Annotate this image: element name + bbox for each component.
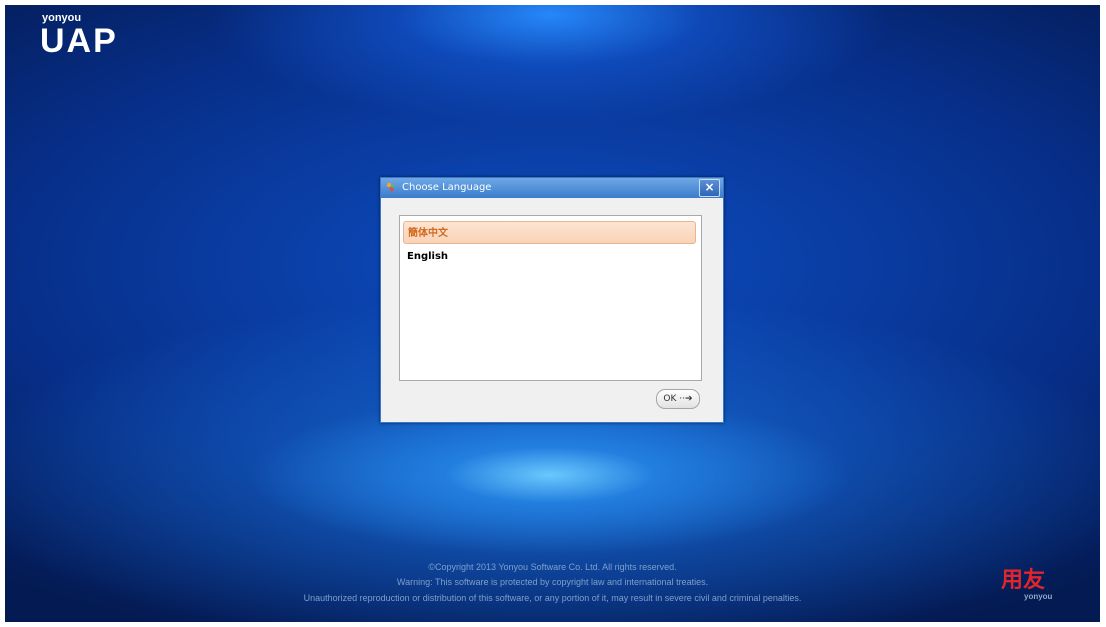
language-item-simplified-chinese[interactable]: 簡体中文 (403, 221, 696, 244)
language-list[interactable]: 簡体中文 English (399, 215, 702, 381)
desktop-background: yonyou UAP Choose Language × 簡体中文 Englis… (5, 5, 1100, 622)
ok-button[interactable]: OK ··➔ (656, 389, 700, 409)
warning-text: Warning: This software is protected by c… (396, 577, 709, 587)
app-icon (386, 182, 395, 193)
dialog-title: Choose Language (402, 182, 492, 193)
dialog-titlebar[interactable]: Choose Language × (381, 178, 723, 198)
notice-text: Unauthorized reproduction or distributio… (303, 593, 802, 603)
yonyou-brand-subtext: yonyou (1024, 592, 1053, 601)
copyright-text: ©Copyright 2013 Yonyou Software Co. Ltd.… (428, 562, 677, 572)
close-button[interactable]: × (699, 179, 720, 197)
choose-language-dialog: Choose Language × 簡体中文 English OK ··➔ (380, 177, 724, 423)
language-item-english[interactable]: English (403, 245, 696, 268)
close-icon: × (704, 180, 715, 194)
ok-label: OK (663, 394, 677, 404)
arrow-right-icon: ··➔ (679, 394, 693, 404)
yonyou-brand-logo: 用友 (1001, 568, 1046, 593)
uap-logo: UAP (40, 22, 118, 60)
